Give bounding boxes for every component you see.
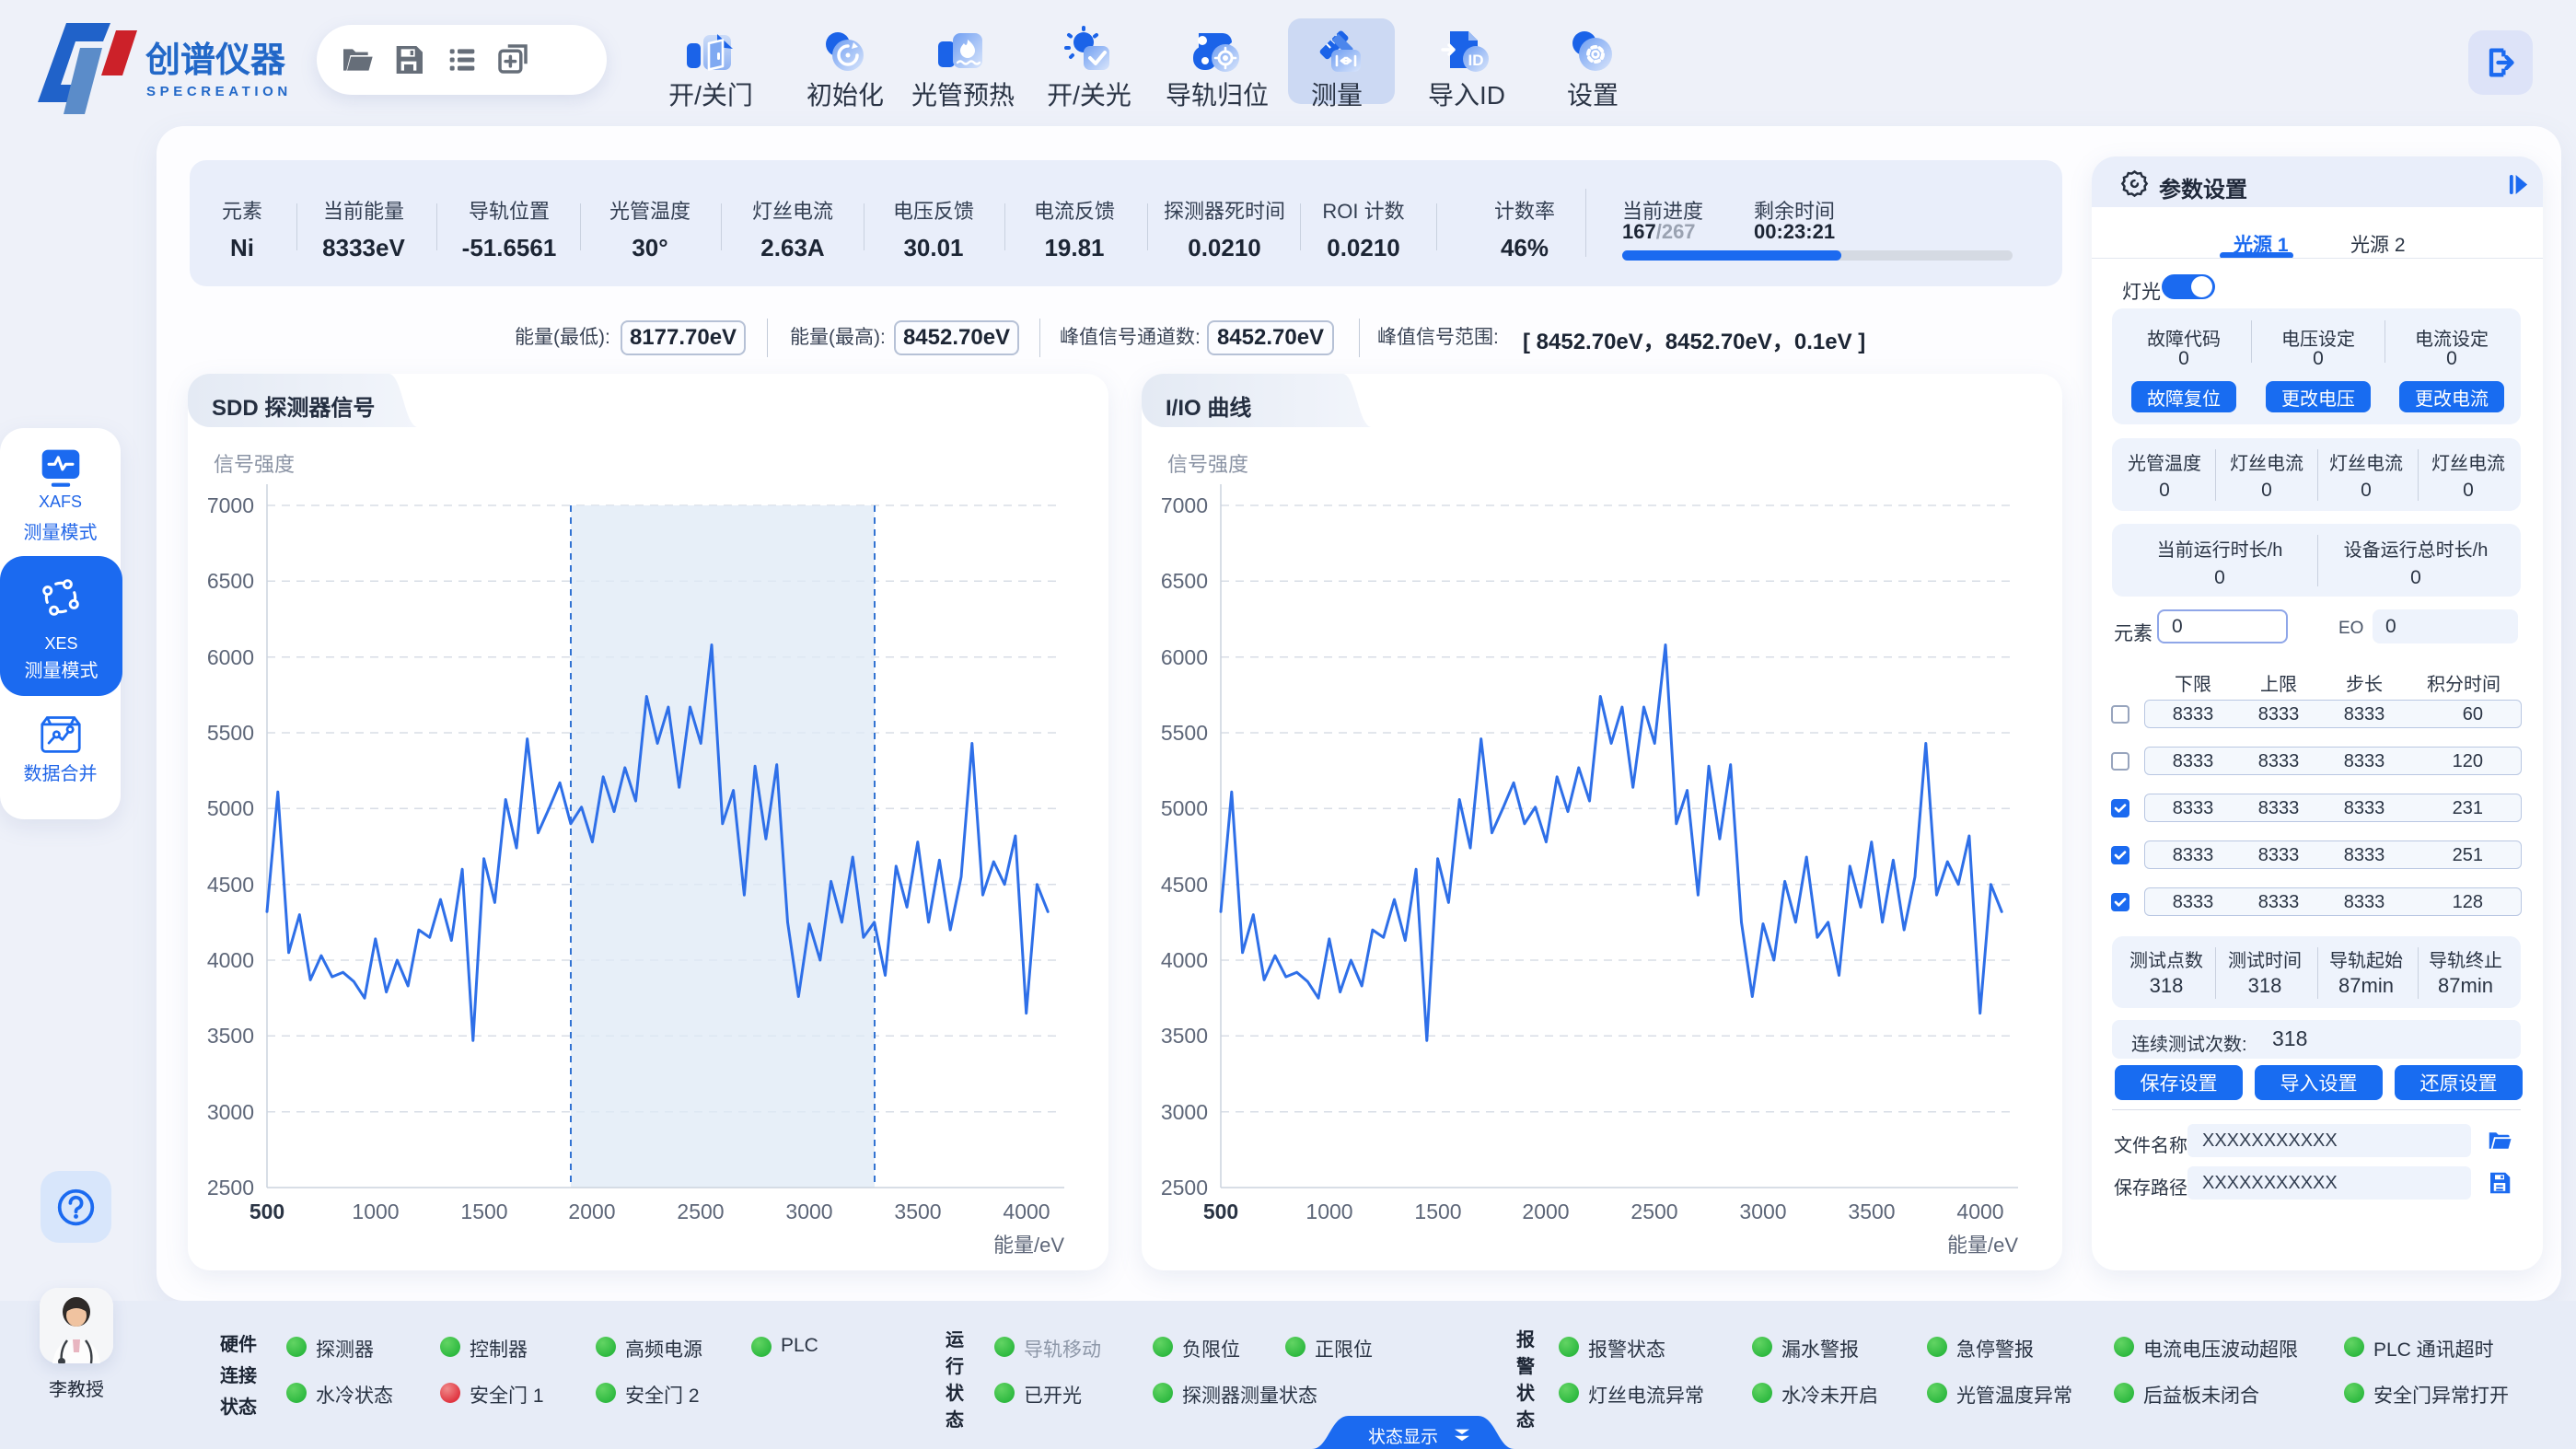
svg-text:4000: 4000 — [1161, 948, 1208, 972]
svg-text:3000: 3000 — [1739, 1200, 1786, 1223]
svg-text:500: 500 — [1203, 1200, 1238, 1223]
svg-text:2500: 2500 — [1630, 1200, 1677, 1223]
svg-text:7000: 7000 — [1161, 493, 1208, 517]
svg-text:4000: 4000 — [1956, 1200, 2003, 1223]
svg-text:5000: 5000 — [207, 796, 254, 820]
svg-text:1000: 1000 — [352, 1200, 399, 1223]
svg-text:500: 500 — [249, 1200, 284, 1223]
svg-text:SPECREATION: SPECREATION — [146, 84, 292, 99]
svg-text:信号强度: 信号强度 — [214, 453, 295, 476]
svg-text:5500: 5500 — [207, 721, 254, 745]
svg-text:4000: 4000 — [1003, 1200, 1050, 1223]
svg-text:3500: 3500 — [894, 1200, 941, 1223]
svg-text:1000: 1000 — [1305, 1200, 1352, 1223]
svg-text:3000: 3000 — [785, 1200, 832, 1223]
svg-text:5500: 5500 — [1161, 721, 1208, 745]
svg-text:2000: 2000 — [568, 1200, 615, 1223]
svg-text:5000: 5000 — [1161, 796, 1208, 820]
svg-text:2500: 2500 — [677, 1200, 724, 1223]
svg-text:7000: 7000 — [207, 493, 254, 517]
svg-text:1500: 1500 — [1414, 1200, 1461, 1223]
svg-text:6000: 6000 — [207, 645, 254, 669]
svg-text:4500: 4500 — [1161, 873, 1208, 897]
svg-text:3500: 3500 — [1161, 1024, 1208, 1048]
svg-text:3500: 3500 — [207, 1024, 254, 1048]
svg-text:创谱仪器: 创谱仪器 — [145, 41, 286, 80]
svg-text:6500: 6500 — [1161, 569, 1208, 593]
svg-text:3500: 3500 — [1848, 1200, 1895, 1223]
svg-text:6500: 6500 — [207, 569, 254, 593]
svg-text:2500: 2500 — [1161, 1176, 1208, 1200]
svg-text:ID: ID — [1468, 52, 1484, 69]
svg-text:6000: 6000 — [1161, 645, 1208, 669]
svg-text:能量/eV: 能量/eV — [1947, 1234, 2018, 1257]
svg-text:4000: 4000 — [207, 948, 254, 972]
svg-text:3000: 3000 — [1161, 1100, 1208, 1124]
svg-text:2500: 2500 — [207, 1176, 254, 1200]
svg-text:2000: 2000 — [1522, 1200, 1569, 1223]
svg-text:能量/eV: 能量/eV — [993, 1234, 1064, 1257]
svg-text:3000: 3000 — [207, 1100, 254, 1124]
svg-text:1500: 1500 — [460, 1200, 507, 1223]
svg-text:4500: 4500 — [207, 873, 254, 897]
svg-text:信号强度: 信号强度 — [1167, 453, 1248, 476]
